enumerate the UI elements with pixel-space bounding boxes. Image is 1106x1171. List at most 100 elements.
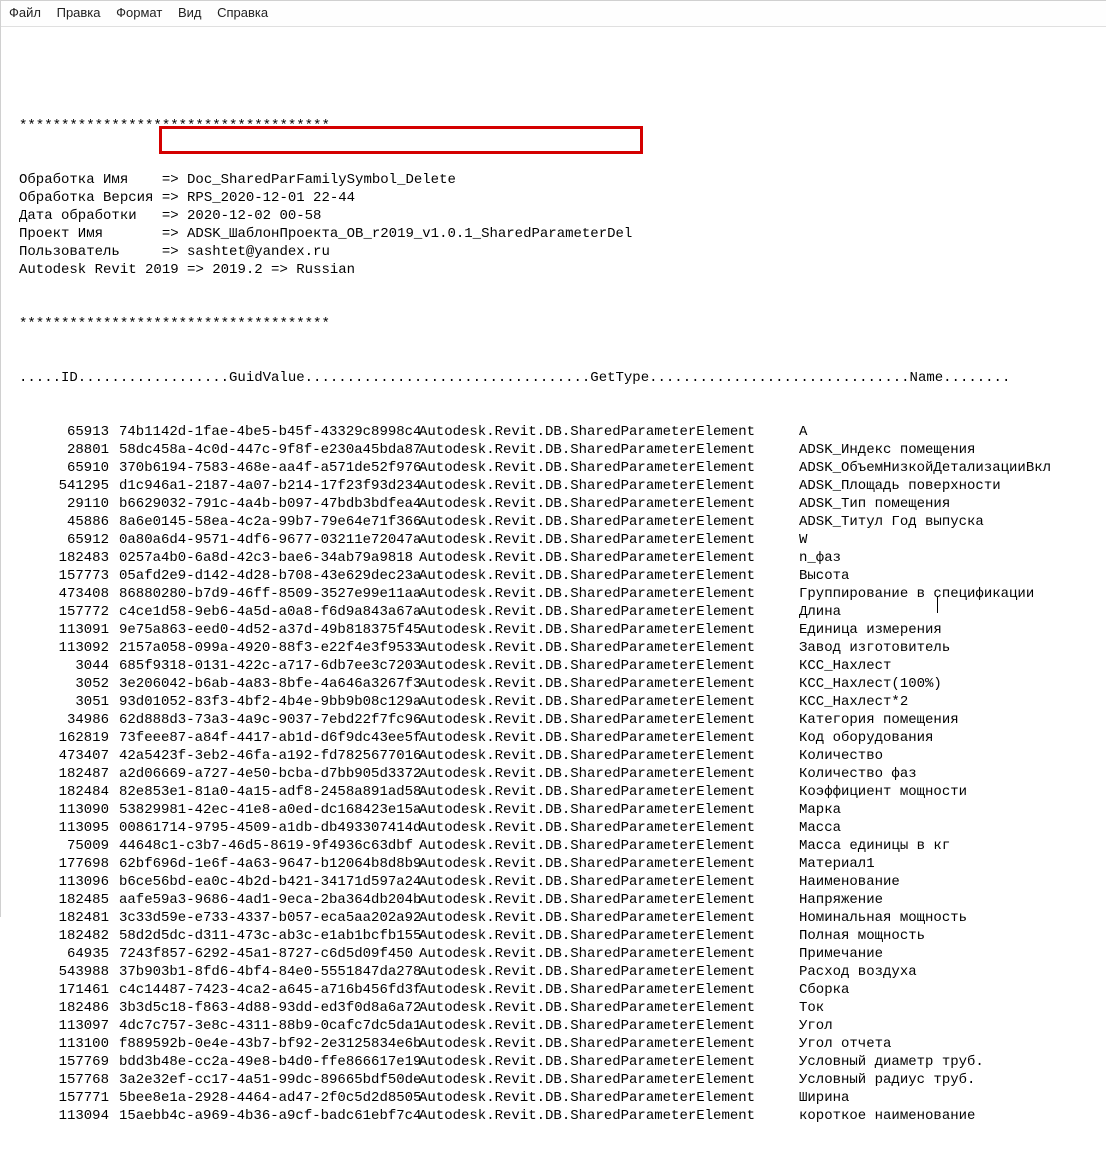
cell-id: 157768 bbox=[19, 1071, 119, 1089]
cell-id: 113097 bbox=[19, 1017, 119, 1035]
cell-guid: d1c946a1-2187-4a07-b214-17f23f93d234 bbox=[119, 477, 419, 495]
table-row: 54398837b903b1-8fd6-4bf4-84e0-5551847da2… bbox=[19, 963, 1096, 981]
cell-type: Autodesk.Revit.DB.SharedParameterElement bbox=[419, 981, 799, 999]
cell-name: ADSK_Титул Год выпуска bbox=[799, 513, 1096, 531]
cell-name: КСС_Нахлест*2 bbox=[799, 693, 1096, 711]
table-row: 17769862bf696d-1e6f-4a63-9647-b12064b8d8… bbox=[19, 855, 1096, 873]
cell-id: 113091 bbox=[19, 621, 119, 639]
menu-format[interactable]: Формат bbox=[116, 5, 162, 20]
cell-id: 65912 bbox=[19, 531, 119, 549]
cell-name: Номинальная мощность bbox=[799, 909, 1096, 927]
cell-id: 182481 bbox=[19, 909, 119, 927]
header-label: Пользователь bbox=[19, 244, 153, 260]
text-content[interactable]: ************************************* Об… bbox=[1, 27, 1106, 1171]
cell-guid: bdd3b48e-cc2a-49e8-b4d0-ffe866617e19 bbox=[119, 1053, 419, 1071]
cell-type: Autodesk.Revit.DB.SharedParameterElement bbox=[419, 1089, 799, 1107]
header-label: Дата обработки bbox=[19, 208, 153, 224]
cell-name: Количество bbox=[799, 747, 1096, 765]
cell-id: 29110 bbox=[19, 495, 119, 513]
table-row: 30523e206042-b6ab-4a83-8bfe-4a646a3267f3… bbox=[19, 675, 1096, 693]
cell-name: Высота bbox=[799, 567, 1096, 585]
cell-type: Autodesk.Revit.DB.SharedParameterElement bbox=[419, 657, 799, 675]
cell-guid: c4c14487-7423-4ca2-a645-a716b456fd3f bbox=[119, 981, 419, 999]
table-row: 649357243f857-6292-45a1-8727-c6d5d09f450… bbox=[19, 945, 1096, 963]
cell-guid: 15aebb4c-a969-4b36-a9cf-badc61ebf7c4 bbox=[119, 1107, 419, 1125]
table-row: 29110b6629032-791c-4a4b-b097-47bdb3bdfea… bbox=[19, 495, 1096, 513]
cell-guid: 4dc7c757-3e8c-4311-88b9-0cafc7dc5da1 bbox=[119, 1017, 419, 1035]
cell-id: 34986 bbox=[19, 711, 119, 729]
cell-guid: c4ce1d58-9eb6-4a5d-a0a8-f6d9a843a67a bbox=[119, 603, 419, 621]
table-row: 11309053829981-42ec-41e8-a0ed-dc168423e1… bbox=[19, 801, 1096, 819]
header-label: Обработка Имя bbox=[19, 172, 153, 188]
cell-guid: 00861714-9795-4509-a1db-db493307414d bbox=[119, 819, 419, 837]
table-row: 1824830257a4b0-6a8d-42c3-bae6-34ab79a981… bbox=[19, 549, 1096, 567]
cell-id: 182482 bbox=[19, 927, 119, 945]
cell-guid: 3e206042-b6ab-4a83-8bfe-4a646a3267f3 bbox=[119, 675, 419, 693]
cell-name: Ширина bbox=[799, 1089, 1096, 1107]
cell-guid: 58d2d5dc-d311-473c-ab3c-e1ab1bcfb155 bbox=[119, 927, 419, 945]
cell-id: 473408 bbox=[19, 585, 119, 603]
cell-name: Масса единицы в кг bbox=[799, 837, 1096, 855]
header-line: Дата обработки => 2020-12-02 00-58 bbox=[19, 207, 1096, 225]
table-row: 1577715bee8e1a-2928-4464-ad47-2f0c5d2d85… bbox=[19, 1089, 1096, 1107]
cell-id: 182487 bbox=[19, 765, 119, 783]
cell-id: 113100 bbox=[19, 1035, 119, 1053]
cell-type: Autodesk.Revit.DB.SharedParameterElement bbox=[419, 585, 799, 603]
cell-type: Autodesk.Revit.DB.SharedParameterElement bbox=[419, 711, 799, 729]
cell-name: Напряжение bbox=[799, 891, 1096, 909]
table-row: 541295d1c946a1-2187-4a07-b214-17f23f93d2… bbox=[19, 477, 1096, 495]
cell-guid: 3c33d59e-e733-4337-b057-eca5aa202a92 bbox=[119, 909, 419, 927]
cell-type: Autodesk.Revit.DB.SharedParameterElement bbox=[419, 1107, 799, 1125]
header-line: Обработка Имя => Doc_SharedParFamilySymb… bbox=[19, 171, 1096, 189]
cell-type: Autodesk.Revit.DB.SharedParameterElement bbox=[419, 819, 799, 837]
menu-file[interactable]: Файл bbox=[9, 5, 41, 20]
cell-type: Autodesk.Revit.DB.SharedParameterElement bbox=[419, 423, 799, 441]
table-row: 157772c4ce1d58-9eb6-4a5d-a0a8-f6d9a843a6… bbox=[19, 603, 1096, 621]
table-row: 65910370b6194-7583-468e-aa4f-a571de52f97… bbox=[19, 459, 1096, 477]
cell-name: Завод изготовитель bbox=[799, 639, 1096, 657]
cell-guid: 05afd2e9-d142-4d28-b708-43e629dec23a bbox=[119, 567, 419, 585]
cell-id: 157769 bbox=[19, 1053, 119, 1071]
header-arrow: => bbox=[153, 190, 187, 206]
table-row: 3498662d888d3-73a3-4a9c-9037-7ebd22f7fc9… bbox=[19, 711, 1096, 729]
cell-guid: 62bf696d-1e6f-4a63-9647-b12064b8d8b9 bbox=[119, 855, 419, 873]
cell-name: КСС_Нахлест(100%) bbox=[799, 675, 1096, 693]
header-line: Пользователь => sashtet@yandex.ru bbox=[19, 243, 1096, 261]
cell-name: Примечание bbox=[799, 945, 1096, 963]
table-row: 11309500861714-9795-4509-a1db-db49330741… bbox=[19, 819, 1096, 837]
cell-name: n_фаз bbox=[799, 549, 1096, 567]
cell-id: 113090 bbox=[19, 801, 119, 819]
cell-name: Угол отчета bbox=[799, 1035, 1096, 1053]
cell-id: 113095 bbox=[19, 819, 119, 837]
cell-type: Autodesk.Revit.DB.SharedParameterElement bbox=[419, 693, 799, 711]
menu-edit[interactable]: Правка bbox=[57, 5, 101, 20]
table-row: 47340886880280-b7d9-46ff-8509-3527e99e11… bbox=[19, 585, 1096, 603]
cell-type: Autodesk.Revit.DB.SharedParameterElement bbox=[419, 459, 799, 477]
cell-name: Код оборудования bbox=[799, 729, 1096, 747]
separator-stars-bottom: ************************************* bbox=[19, 315, 1096, 333]
table-row: 113096b6ce56bd-ea0c-4b2d-b421-34171d597a… bbox=[19, 873, 1096, 891]
cell-id: 45886 bbox=[19, 513, 119, 531]
menu-view[interactable]: Вид bbox=[178, 5, 202, 20]
table-row: 113100f889592b-0e4e-43b7-bf92-2e3125834e… bbox=[19, 1035, 1096, 1053]
cell-guid: 86880280-b7d9-46ff-8509-3527e99e11aa bbox=[119, 585, 419, 603]
header-line: Проект Имя => ADSK_ШаблонПроекта_ОВ_r201… bbox=[19, 225, 1096, 243]
table-row: 7500944648c1-c3b7-46d5-8619-9f4936c63dbf… bbox=[19, 837, 1096, 855]
cell-name: Категория помещения bbox=[799, 711, 1096, 729]
cell-guid: 42a5423f-3eb2-46fa-a192-fd7825677016 bbox=[119, 747, 419, 765]
cell-id: 157771 bbox=[19, 1089, 119, 1107]
cell-type: Autodesk.Revit.DB.SharedParameterElement bbox=[419, 549, 799, 567]
menu-help[interactable]: Справка bbox=[217, 5, 268, 20]
cell-type: Autodesk.Revit.DB.SharedParameterElement bbox=[419, 531, 799, 549]
cell-name: Количество фаз bbox=[799, 765, 1096, 783]
cell-guid: f889592b-0e4e-43b7-bf92-2e3125834e6b bbox=[119, 1035, 419, 1053]
cell-type: Autodesk.Revit.DB.SharedParameterElement bbox=[419, 1017, 799, 1035]
cell-id: 541295 bbox=[19, 477, 119, 495]
cell-id: 157773 bbox=[19, 567, 119, 585]
cell-guid: 685f9318-0131-422c-a717-6db7ee3c7203 bbox=[119, 657, 419, 675]
cell-name: Длина bbox=[799, 603, 1096, 621]
cell-type: Autodesk.Revit.DB.SharedParameterElement bbox=[419, 873, 799, 891]
cell-id: 182484 bbox=[19, 783, 119, 801]
cell-name: Ток bbox=[799, 999, 1096, 1017]
header-value: sashtet@yandex.ru bbox=[187, 244, 330, 260]
